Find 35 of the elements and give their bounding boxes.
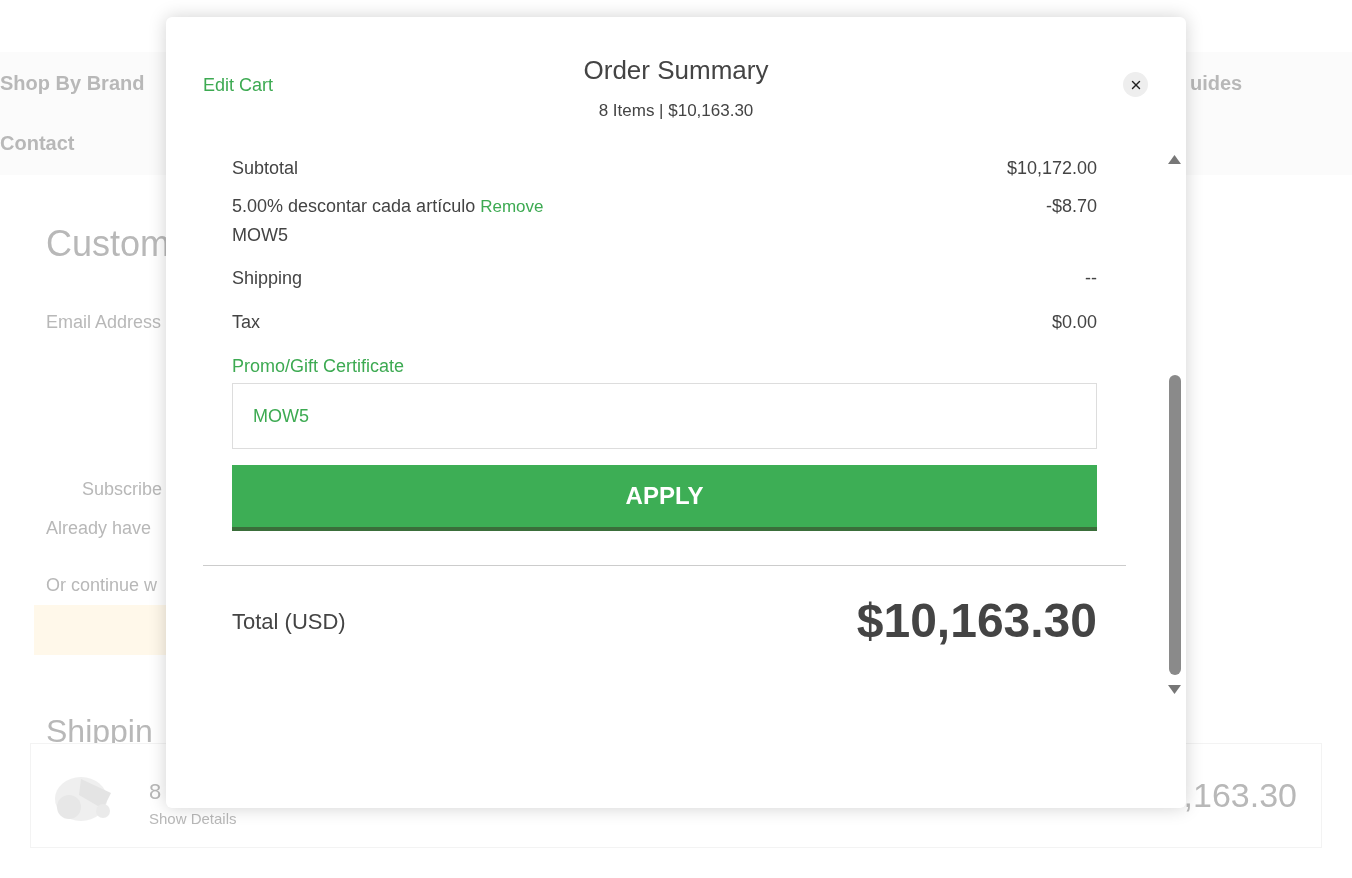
total-amount: $10,163.30 xyxy=(856,593,1097,649)
sign-in-text: Already have xyxy=(46,517,152,540)
item-count: 8 xyxy=(149,777,163,806)
scroll-up-icon xyxy=(1168,155,1181,164)
continue-text: Or continue w xyxy=(46,574,158,597)
line-value: -$8.70 xyxy=(1045,195,1097,218)
close-button[interactable] xyxy=(1123,72,1148,97)
page-heading: Custom xyxy=(46,222,171,266)
apply-button[interactable]: APPLY xyxy=(232,465,1097,531)
dialog-title: Order Summary xyxy=(583,54,769,87)
line-value: $0.00 xyxy=(1051,311,1097,334)
remove-link[interactable]: Remove xyxy=(480,192,544,221)
scrollbar-thumb[interactable] xyxy=(1168,375,1181,675)
line-label: Tax xyxy=(232,311,260,334)
line-label: 5.00% descontar cada artículo xyxy=(232,195,476,218)
dialog-subtitle: 8 Items | $10,163.30 xyxy=(598,100,754,122)
nav-link[interactable]: Shop By Brand xyxy=(0,68,145,98)
details-link[interactable]: Show Details xyxy=(149,807,237,831)
nav-link[interactable]: Contact xyxy=(0,128,145,158)
subscribe-label: Subscribe xyxy=(82,478,163,501)
line-label: Subtotal xyxy=(232,157,299,180)
edit-cart-link[interactable]: Edit Cart xyxy=(203,72,274,99)
total-label: Total (USD) xyxy=(232,607,346,636)
line-value: -- xyxy=(1085,267,1097,290)
field-label: Email Address xyxy=(46,311,162,334)
scroll-down-icon xyxy=(1168,685,1181,694)
line-label: Shipping xyxy=(232,267,303,290)
nav-link[interactable]: uides xyxy=(1190,52,1352,175)
promo-code-field[interactable]: MOW5 xyxy=(232,383,1097,449)
line-value: $10,172.00 xyxy=(1006,157,1097,180)
scrollbar[interactable] xyxy=(1168,155,1181,694)
section-heading: Shippin xyxy=(46,715,153,747)
cart-total: ,163.30 xyxy=(1183,775,1297,816)
coupon-code: MOW5 xyxy=(232,224,289,247)
promo-label: Promo/Gift Certificate xyxy=(232,355,406,378)
